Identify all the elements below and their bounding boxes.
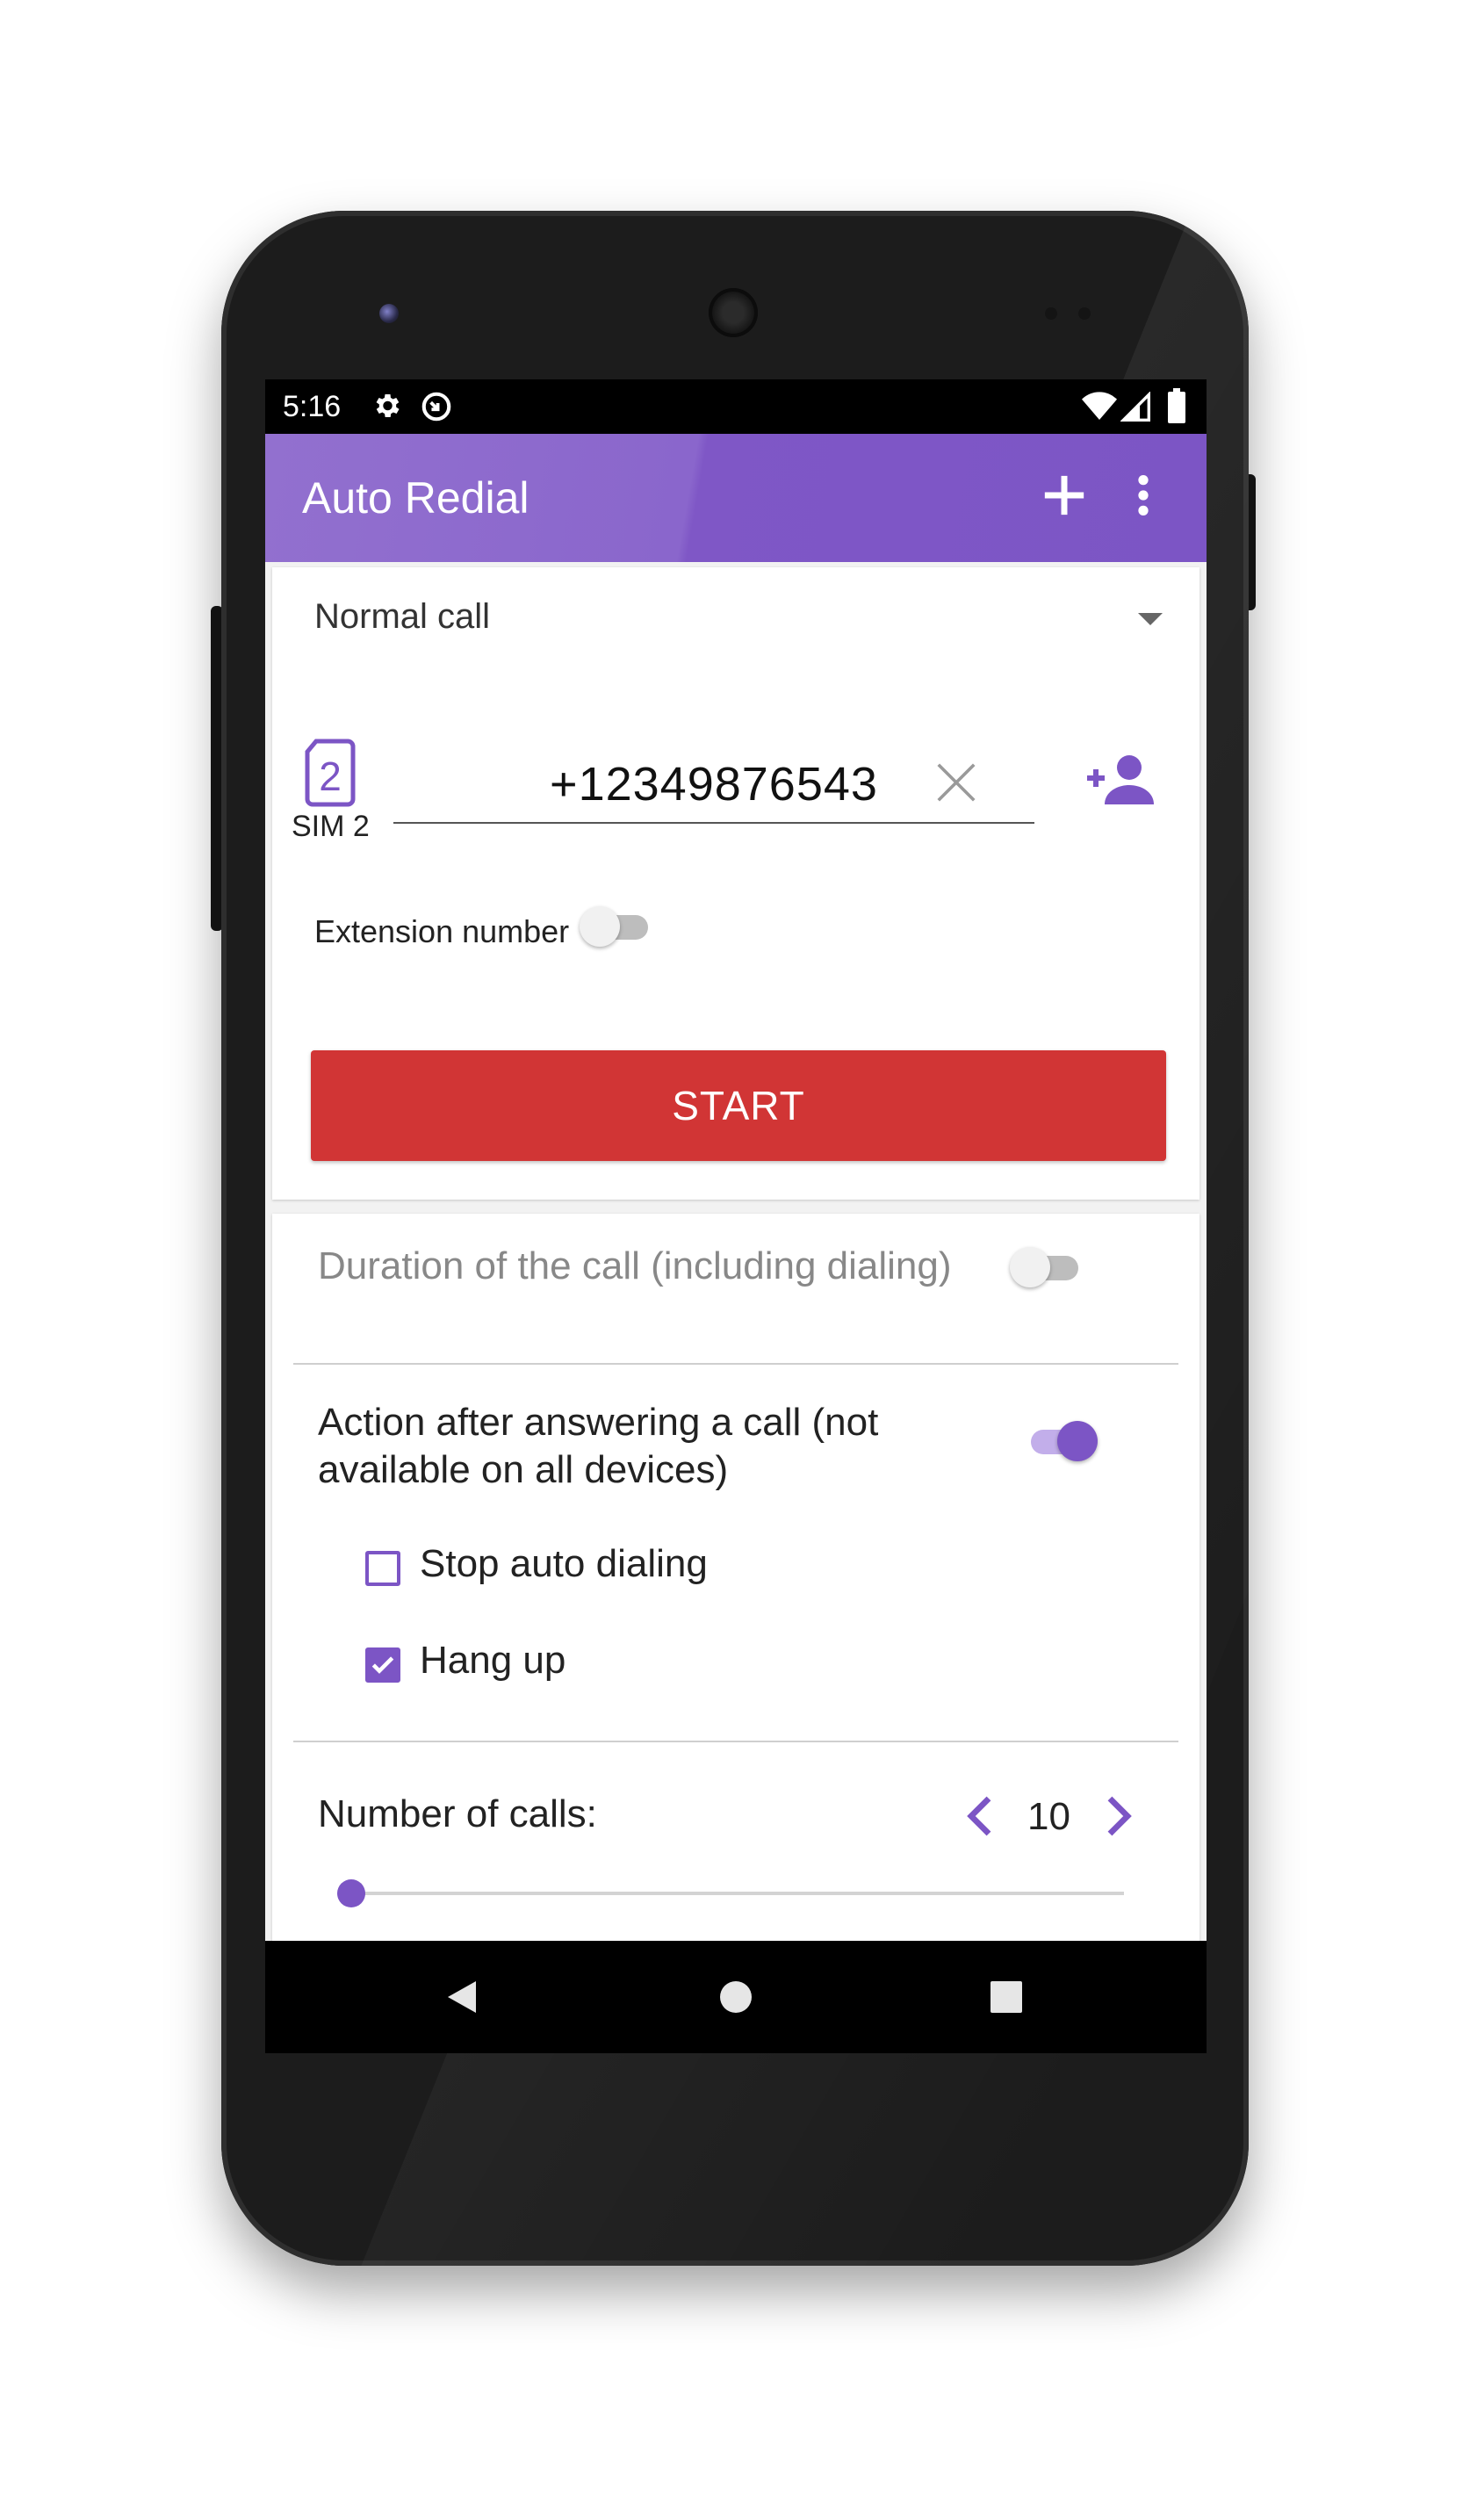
battery-icon bbox=[1168, 388, 1185, 428]
calls-slider-thumb[interactable] bbox=[337, 1879, 365, 1907]
hang-up-label: Hang up bbox=[420, 1639, 566, 1682]
proximity-sensor bbox=[1045, 307, 1057, 320]
add-contact-icon[interactable] bbox=[1084, 752, 1157, 812]
sim-label: SIM 2 bbox=[292, 810, 370, 843]
divider bbox=[293, 1363, 1178, 1365]
number-of-calls-label: Number of calls: bbox=[318, 1792, 597, 1835]
app-bar: Auto Redial bbox=[265, 434, 1207, 562]
back-icon[interactable] bbox=[444, 1979, 479, 2019]
home-icon[interactable] bbox=[718, 1979, 753, 2019]
stop-auto-dialing-label: Stop auto dialing bbox=[420, 1542, 708, 1585]
calls-slider-track[interactable] bbox=[351, 1892, 1124, 1895]
more-vert-icon[interactable] bbox=[1135, 472, 1152, 523]
extension-label: Extension number bbox=[314, 913, 570, 949]
light-sensor bbox=[1078, 307, 1091, 320]
gear-icon bbox=[371, 390, 402, 426]
duration-label: Duration of the call (including dialing) bbox=[318, 1244, 952, 1287]
action-label-line2: available on all devices) bbox=[318, 1448, 729, 1491]
divider bbox=[293, 1741, 1178, 1742]
navigation-bar bbox=[265, 1941, 1207, 2053]
action-label-line1: Action after answering a call (not bbox=[318, 1401, 879, 1444]
extension-switch[interactable] bbox=[580, 905, 653, 947]
increment-chevron-icon[interactable] bbox=[1101, 1793, 1136, 1843]
front-camera bbox=[379, 304, 399, 323]
dropdown-arrow-icon bbox=[1138, 613, 1163, 625]
status-time: 5:16 bbox=[283, 390, 342, 423]
add-icon[interactable] bbox=[1031, 462, 1098, 533]
screen: 5:16 Auto Redial Normal call 2 SIM 2 +12… bbox=[265, 379, 1207, 2053]
main-content: Normal call 2 SIM 2 +12349876543 Extensi… bbox=[265, 562, 1207, 1943]
clear-icon[interactable] bbox=[933, 759, 980, 811]
signal-icon bbox=[1120, 391, 1150, 426]
data-saver-icon bbox=[420, 390, 453, 428]
call-form-card: Normal call 2 SIM 2 +12349876543 Extensi… bbox=[272, 567, 1199, 1200]
action-switch[interactable] bbox=[1024, 1419, 1098, 1461]
recents-icon[interactable] bbox=[989, 1979, 1024, 2019]
call-type-value: Normal call bbox=[314, 597, 491, 636]
stop-auto-dialing-checkbox[interactable] bbox=[365, 1551, 400, 1586]
number-of-calls-value: 10 bbox=[1027, 1795, 1070, 1838]
hang-up-checkbox[interactable] bbox=[365, 1647, 400, 1683]
sim-number: 2 bbox=[319, 753, 342, 799]
settings-card: Duration of the call (including dialing)… bbox=[272, 1214, 1199, 1943]
decrement-chevron-icon[interactable] bbox=[962, 1793, 998, 1843]
app-title: Auto Redial bbox=[302, 473, 529, 523]
start-button[interactable]: START bbox=[311, 1050, 1166, 1161]
wifi-icon bbox=[1082, 392, 1117, 426]
duration-switch[interactable] bbox=[1010, 1245, 1084, 1287]
earpiece-speaker bbox=[709, 288, 758, 337]
status-bar: 5:16 bbox=[265, 379, 1207, 434]
sim-card-icon[interactable]: 2 bbox=[302, 738, 358, 812]
